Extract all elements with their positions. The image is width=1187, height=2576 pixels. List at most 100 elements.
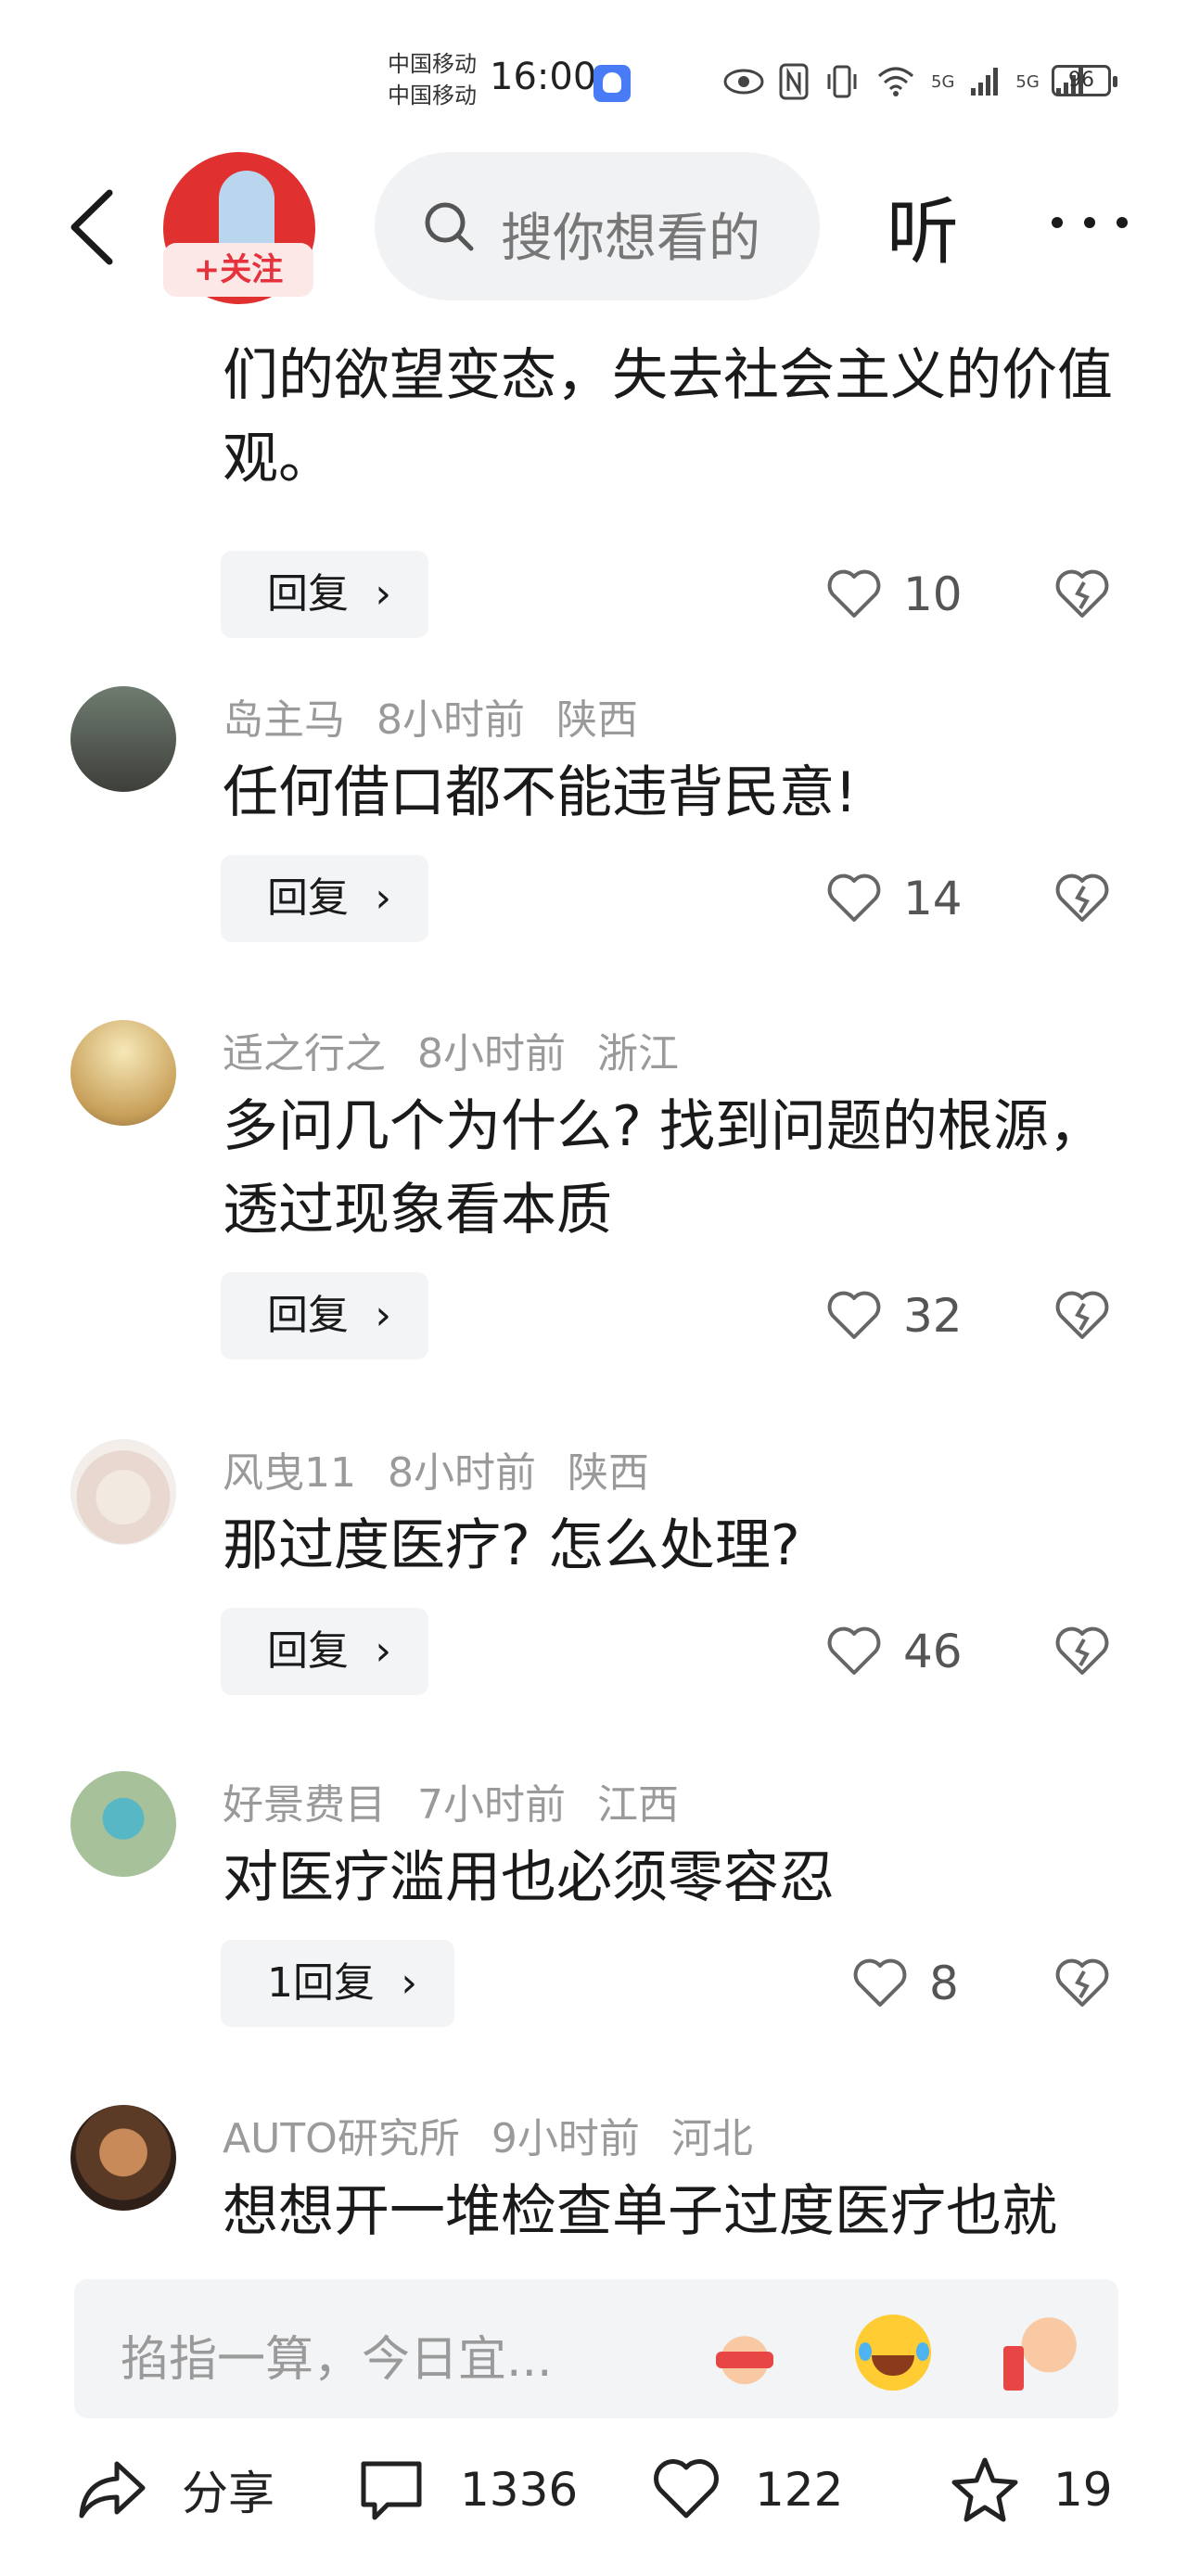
share-button[interactable]: 分享 [78,2448,274,2531]
like-article-button[interactable]: 122 [651,2448,843,2531]
carrier-labels: 中国移动 中国移动 [388,48,477,111]
chevron-right-icon: › [401,1959,417,2007]
broken-heart-icon[interactable] [1053,1623,1111,1680]
star-icon [951,2457,1018,2522]
comment-bubble-icon [361,2461,422,2520]
share-icon [79,2461,146,2519]
reply-label: 回复 [267,570,349,618]
user-avatar[interactable] [70,1771,176,1877]
comment-location: 陕西 [568,1449,649,1497]
like-count: 32 [903,1289,963,1343]
like-button[interactable]: 46 [825,1608,963,1695]
reply-label: 回复 [267,874,349,922]
network-label-2: 5G [1015,71,1040,92]
like-count: 10 [903,567,963,621]
clapping-hands-emoji-icon[interactable] [707,2315,783,2391]
comment-meta: AUTO研究所 9小时前 河北 [223,2105,785,2164]
comment-input-placeholder: 掐指一算，今日宜... [121,2332,553,2388]
bottom-action-bar: 分享 1336 122 19 [0,2448,1187,2576]
reply-button[interactable]: 回复 › [221,1608,428,1695]
listen-button[interactable]: 听 [887,174,959,278]
comment-text: 们的欲望变态，失去社会主义的价值观。 [223,343,1113,491]
comment-input[interactable]: 掐指一算，今日宜... [74,2279,1118,2418]
comment-location: 浙江 [597,1030,679,1078]
favorite-count: 19 [1053,2463,1113,2517]
chevron-right-icon: › [375,874,391,922]
like-count: 46 [903,1625,963,1678]
reply-label: 回复 [267,1292,349,1339]
comment-time: 7小时前 [417,1781,566,1829]
broken-heart-icon[interactable] [1053,870,1111,927]
search-input[interactable]: 搜你想看的 [375,152,820,300]
chevron-right-icon: › [375,1627,391,1675]
comment-time: 8小时前 [377,696,525,744]
article-like-count: 122 [755,2463,844,2517]
carrier-1: 中国移动 [388,51,477,77]
heart-icon [827,874,881,922]
heart-icon [654,2459,719,2519]
broken-heart-icon[interactable] [1053,1955,1111,2012]
username[interactable]: 岛主马 [223,696,345,744]
nfc-icon [779,63,809,100]
user-avatar[interactable] [70,2105,176,2211]
comment-location: 河北 [670,2115,753,2162]
like-count: 8 [929,1957,959,2010]
user-avatar[interactable] [70,1020,176,1126]
vibrate-icon [827,65,857,98]
reply-button[interactable]: 回复 › [221,855,428,942]
search-placeholder: 搜你想看的 [501,209,760,269]
eye-icon [723,69,764,95]
laughing-emoji-icon[interactable] [855,2315,931,2391]
broken-heart-icon[interactable] [1053,1287,1111,1345]
follow-button[interactable]: +关注 [163,243,313,297]
comment-count: 1336 [460,2463,579,2517]
comment-meta: 风曳11 8小时前 陕西 [223,1439,681,1498]
comments-button[interactable]: 1336 [356,2448,578,2531]
signal-icon-1 [971,68,999,96]
user-avatar[interactable] [70,686,176,792]
status-bar: 中国移动 中国移动 16:00 5G 5G 96 [0,0,1187,148]
wifi-icon [878,67,913,96]
comment-text: 想想开一堆检查单子过度医疗也就 [223,2179,1057,2244]
comment-text: 任何借口都不能违背民意! [223,760,858,825]
like-button[interactable]: 14 [825,855,963,942]
heart-icon [827,569,881,618]
comment-text: 多问几个为什么? 找到问题的根源，透过现象看本质 [223,1094,1104,1243]
battery-indicator: 96 [1052,65,1117,96]
comment-location: 陕西 [556,696,638,744]
user-avatar[interactable] [70,1439,176,1545]
back-arrow-icon[interactable] [61,185,126,269]
network-label-1: 5G [931,71,955,92]
heart-icon [827,1626,881,1675]
username[interactable]: 好景费目 [223,1781,386,1829]
username[interactable]: 风曳11 [223,1449,356,1497]
system-icons: 5G 5G [723,59,1086,104]
like-button[interactable]: 8 [851,1940,959,2027]
heart-icon [853,1958,907,2007]
reply-button[interactable]: 回复 › [221,551,428,638]
comment-text: 对医疗滥用也必须零容忍 [223,1845,835,1910]
broken-heart-icon[interactable] [1053,566,1111,623]
reply-button[interactable]: 回复 › [221,1272,428,1359]
search-icon [425,202,474,251]
carrier-2: 中国移动 [388,83,477,108]
thumbs-up-emoji-icon[interactable] [1003,2315,1079,2391]
more-options-icon[interactable] [1048,204,1131,241]
comment-list[interactable]: 们的欲望变态，失去社会主义的价值观。 回复 › 10 岛主马 8小时前 陕西 任何借… [0,306,1187,2263]
like-button[interactable]: 10 [825,551,963,638]
username[interactable]: 适之行之 [223,1030,386,1078]
share-label: 分享 [182,2467,274,2520]
reply-label: 回复 [267,1627,349,1675]
comment-time: 8小时前 [388,1449,536,1497]
comment-meta: 适之行之 8小时前 浙江 [223,1020,710,1079]
favorite-button[interactable]: 19 [950,2448,1113,2531]
comment-time: 9小时前 [491,2115,640,2162]
reply-label: 1回复 [267,1959,375,2007]
username[interactable]: AUTO研究所 [223,2115,460,2162]
heart-icon [827,1291,881,1339]
comment-meta: 好景费目 7小时前 江西 [223,1771,710,1830]
top-nav-bar: +关注 搜你想看的 听 [0,148,1187,306]
status-time: 16:00 [490,56,597,98]
reply-button[interactable]: 1回复 › [221,1940,454,2027]
like-button[interactable]: 32 [825,1272,963,1359]
